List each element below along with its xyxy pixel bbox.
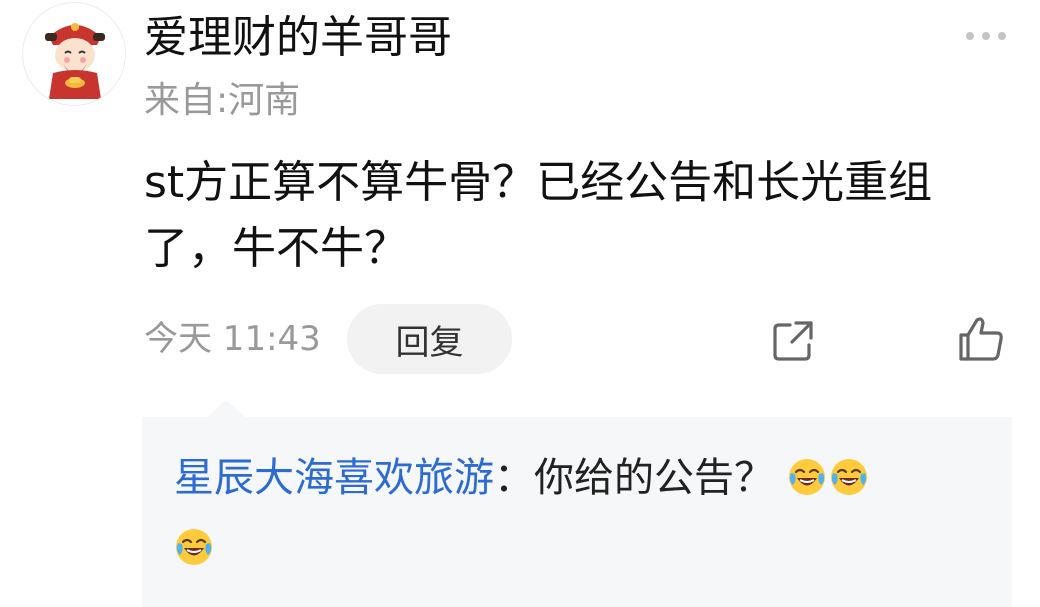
comment-timestamp: 今天 11:43: [144, 319, 321, 359]
more-dots-icon: [966, 32, 1006, 40]
laughing-crying-emoji-icon: [830, 459, 867, 495]
reply-box: 星辰大海喜欢旅游：你给的公告？: [142, 417, 1012, 607]
reply-button[interactable]: 回复: [347, 304, 512, 374]
reply-pointer: [206, 400, 246, 418]
share-icon: [773, 321, 813, 361]
avatar[interactable]: [22, 2, 126, 106]
caishen-avatar-icon: [45, 23, 105, 99]
thumbs-up-icon: [959, 317, 1003, 361]
like-button[interactable]: [956, 314, 1006, 364]
share-button[interactable]: [770, 318, 816, 364]
laughing-crying-emoji-icon: [176, 529, 212, 565]
reply-author[interactable]: 星辰大海喜欢旅游: [174, 455, 494, 501]
reply-text: 你给的公告？: [534, 455, 774, 501]
more-button[interactable]: [960, 22, 1012, 50]
username[interactable]: 爱理财的羊哥哥: [144, 10, 452, 66]
laughing-crying-emoji-icon: [788, 459, 825, 495]
location-label: 来自:河南: [144, 80, 301, 121]
reply-separator: ：: [494, 455, 534, 501]
reply-item: 星辰大海喜欢旅游：你给的公告？: [174, 443, 994, 583]
comment-text: st方正算不算牛骨？已经公告和长光重组了，牛不牛？: [144, 157, 933, 274]
